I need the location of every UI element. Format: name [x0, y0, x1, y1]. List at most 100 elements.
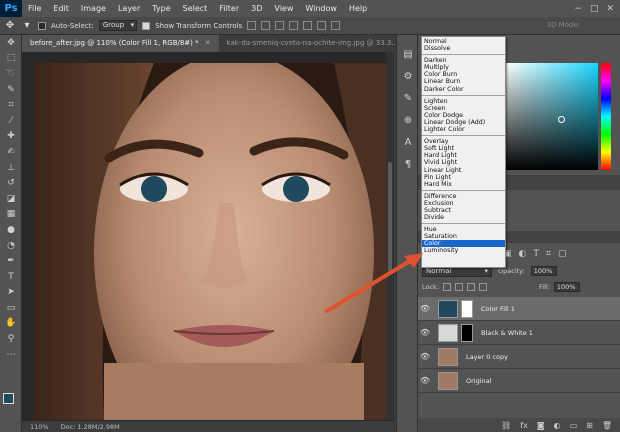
gradient-icon[interactable]: ▦ — [0, 207, 22, 223]
layer-style-icon[interactable]: fx — [520, 421, 528, 430]
blend-mode-luminosity[interactable]: Luminosity — [422, 247, 505, 254]
menu-select[interactable]: Select — [177, 0, 214, 17]
history-panel-icon[interactable]: ▤ — [397, 43, 419, 65]
blend-mode-linear-dodge-add[interactable]: Linear Dodge (Add) — [422, 119, 505, 126]
layer-row-layer0-copy[interactable]: 👁 Layer 0 copy — [418, 345, 620, 369]
filter-shape-icon[interactable]: ⌗ — [546, 249, 551, 259]
shape-icon[interactable]: ▭ — [0, 300, 22, 316]
fill-input[interactable]: 100% — [553, 282, 580, 292]
blend-mode-darken[interactable]: Darken — [422, 57, 505, 64]
blend-mode-difference[interactable]: Difference — [422, 193, 505, 200]
blend-mode-screen[interactable]: Screen — [422, 105, 505, 112]
blend-mode-overlay[interactable]: Overlay — [422, 138, 505, 145]
layer-name[interactable]: Black & White 1 — [481, 329, 533, 337]
vertical-scrollbar[interactable] — [386, 52, 394, 420]
blend-mode-lighter-color[interactable]: Lighter Color — [422, 126, 505, 133]
maximize-button[interactable]: □ — [590, 4, 599, 14]
blend-mode-soft-light[interactable]: Soft Light — [422, 145, 505, 152]
blend-mode-dissolve[interactable]: Dissolve — [422, 45, 505, 52]
blend-mode-hue[interactable]: Hue — [422, 226, 505, 233]
quick-select-icon[interactable]: ✎ — [0, 82, 22, 98]
blend-mode-hard-mix[interactable]: Hard Mix — [422, 181, 505, 188]
healing-icon[interactable]: ✚ — [0, 129, 22, 145]
blend-mode-multiply[interactable]: Multiply — [422, 64, 505, 71]
menu-type[interactable]: Type — [146, 0, 176, 17]
pen-icon[interactable]: ✒ — [0, 253, 22, 269]
align-top-icon[interactable] — [247, 21, 257, 30]
blend-mode-divide[interactable]: Divide — [422, 214, 505, 221]
more-tools-icon[interactable]: ⋯ — [0, 347, 22, 363]
lasso-icon[interactable]: ➰ — [0, 66, 22, 82]
brush-icon[interactable]: ✍ — [0, 144, 22, 160]
history-brush-icon[interactable]: ↺ — [0, 175, 22, 191]
align-middle-icon[interactable] — [261, 21, 271, 30]
opacity-input[interactable]: 100% — [530, 266, 557, 276]
align-bottom-icon[interactable] — [275, 21, 285, 30]
show-transform-checkbox[interactable] — [142, 21, 151, 30]
blend-mode-saturation[interactable]: Saturation — [422, 233, 505, 240]
minimize-button[interactable]: − — [574, 4, 582, 14]
close-icon[interactable]: ✕ — [205, 35, 211, 52]
blend-mode-linear-burn[interactable]: Linear Burn — [422, 78, 505, 85]
actions-panel-icon[interactable]: ⚙ — [397, 65, 419, 87]
menu-window[interactable]: Window — [299, 0, 343, 17]
blend-mode-pin-light[interactable]: Pin Light — [422, 174, 505, 181]
align-right-icon[interactable] — [317, 21, 327, 30]
canvas-area[interactable] — [22, 52, 394, 420]
dodge-icon[interactable]: ◔ — [0, 238, 22, 254]
auto-select-checkbox[interactable] — [38, 21, 46, 30]
add-mask-icon[interactable]: ◙ — [537, 421, 545, 430]
menu-3d[interactable]: 3D — [245, 0, 268, 17]
align-left-icon[interactable] — [289, 21, 299, 30]
menu-help[interactable]: Help — [343, 0, 373, 17]
eye-icon[interactable]: 👁 — [418, 352, 432, 361]
crop-icon[interactable]: ⌗ — [0, 97, 22, 113]
lock-all-icon[interactable] — [479, 283, 488, 291]
eye-icon[interactable]: 👁 — [418, 376, 432, 385]
align-center-icon[interactable] — [303, 21, 313, 30]
type-icon[interactable]: T — [0, 269, 22, 285]
tab-before-after[interactable]: before_after.jpg @ 110% (Color Fill 1, R… — [22, 35, 219, 52]
brush-panel-icon[interactable]: ✎ — [397, 87, 419, 109]
menu-layer[interactable]: Layer — [112, 0, 146, 17]
hue-slider[interactable] — [601, 63, 611, 170]
move-tool-icon[interactable]: ✥ — [4, 20, 16, 32]
distribute-icon[interactable] — [331, 21, 341, 30]
lock-pixels-icon[interactable] — [455, 283, 464, 291]
blend-mode-vivid-light[interactable]: Vivid Light — [422, 159, 505, 166]
blend-mode-normal[interactable]: Normal — [422, 38, 505, 45]
new-group-icon[interactable]: ▭ — [570, 421, 578, 430]
layer-mask-thumbnail[interactable] — [461, 299, 473, 318]
layer-row-color-fill[interactable]: 👁 Color Fill 1 — [418, 297, 620, 321]
link-layers-icon[interactable]: ⛓ — [501, 421, 511, 430]
lock-transparent-icon[interactable] — [443, 283, 452, 291]
eye-icon[interactable]: 👁 — [418, 304, 432, 313]
character-panel-icon[interactable]: A — [397, 131, 419, 153]
marquee-icon[interactable]: ⬚ — [0, 51, 22, 67]
clone-source-icon[interactable]: ⊕ — [397, 109, 419, 131]
move-icon[interactable]: ✥ — [0, 35, 22, 51]
layer-row-original[interactable]: 👁 Original — [418, 369, 620, 393]
layer-name[interactable]: Color Fill 1 — [481, 305, 515, 313]
new-layer-icon[interactable]: ⊞ — [586, 421, 593, 430]
clone-stamp-icon[interactable]: ⊥ — [0, 160, 22, 176]
eye-icon[interactable]: 👁 — [418, 328, 432, 337]
new-adjustment-icon[interactable]: ◐ — [554, 421, 561, 430]
zoom-icon[interactable]: ⚲ — [0, 331, 22, 347]
eraser-icon[interactable]: ◪ — [0, 191, 22, 207]
blend-mode-linear-light[interactable]: Linear Light — [422, 167, 505, 174]
layer-row-black-white[interactable]: 👁 Black & White 1 — [418, 321, 620, 345]
close-window-button[interactable]: ✕ — [606, 4, 614, 14]
blend-mode-color[interactable]: Color — [422, 240, 505, 248]
blend-mode-exclusion[interactable]: Exclusion — [422, 200, 505, 207]
menu-file[interactable]: File — [22, 0, 47, 17]
filter-type-icon[interactable]: T — [533, 249, 539, 259]
tab-kak-da-smeniq[interactable]: kak-da-smeniq-cveta-na-ochite-img.jpg @ … — [219, 35, 407, 52]
blend-mode-subtract[interactable]: Subtract — [422, 207, 505, 214]
blend-mode-darker-color[interactable]: Darker Color — [422, 86, 505, 93]
paragraph-panel-icon[interactable]: ¶ — [397, 153, 419, 175]
path-select-icon[interactable]: ➤ — [0, 285, 22, 301]
foreground-color-swatch[interactable] — [3, 393, 14, 404]
menu-image[interactable]: Image — [75, 0, 112, 17]
layer-mask-thumbnail[interactable] — [461, 323, 473, 342]
